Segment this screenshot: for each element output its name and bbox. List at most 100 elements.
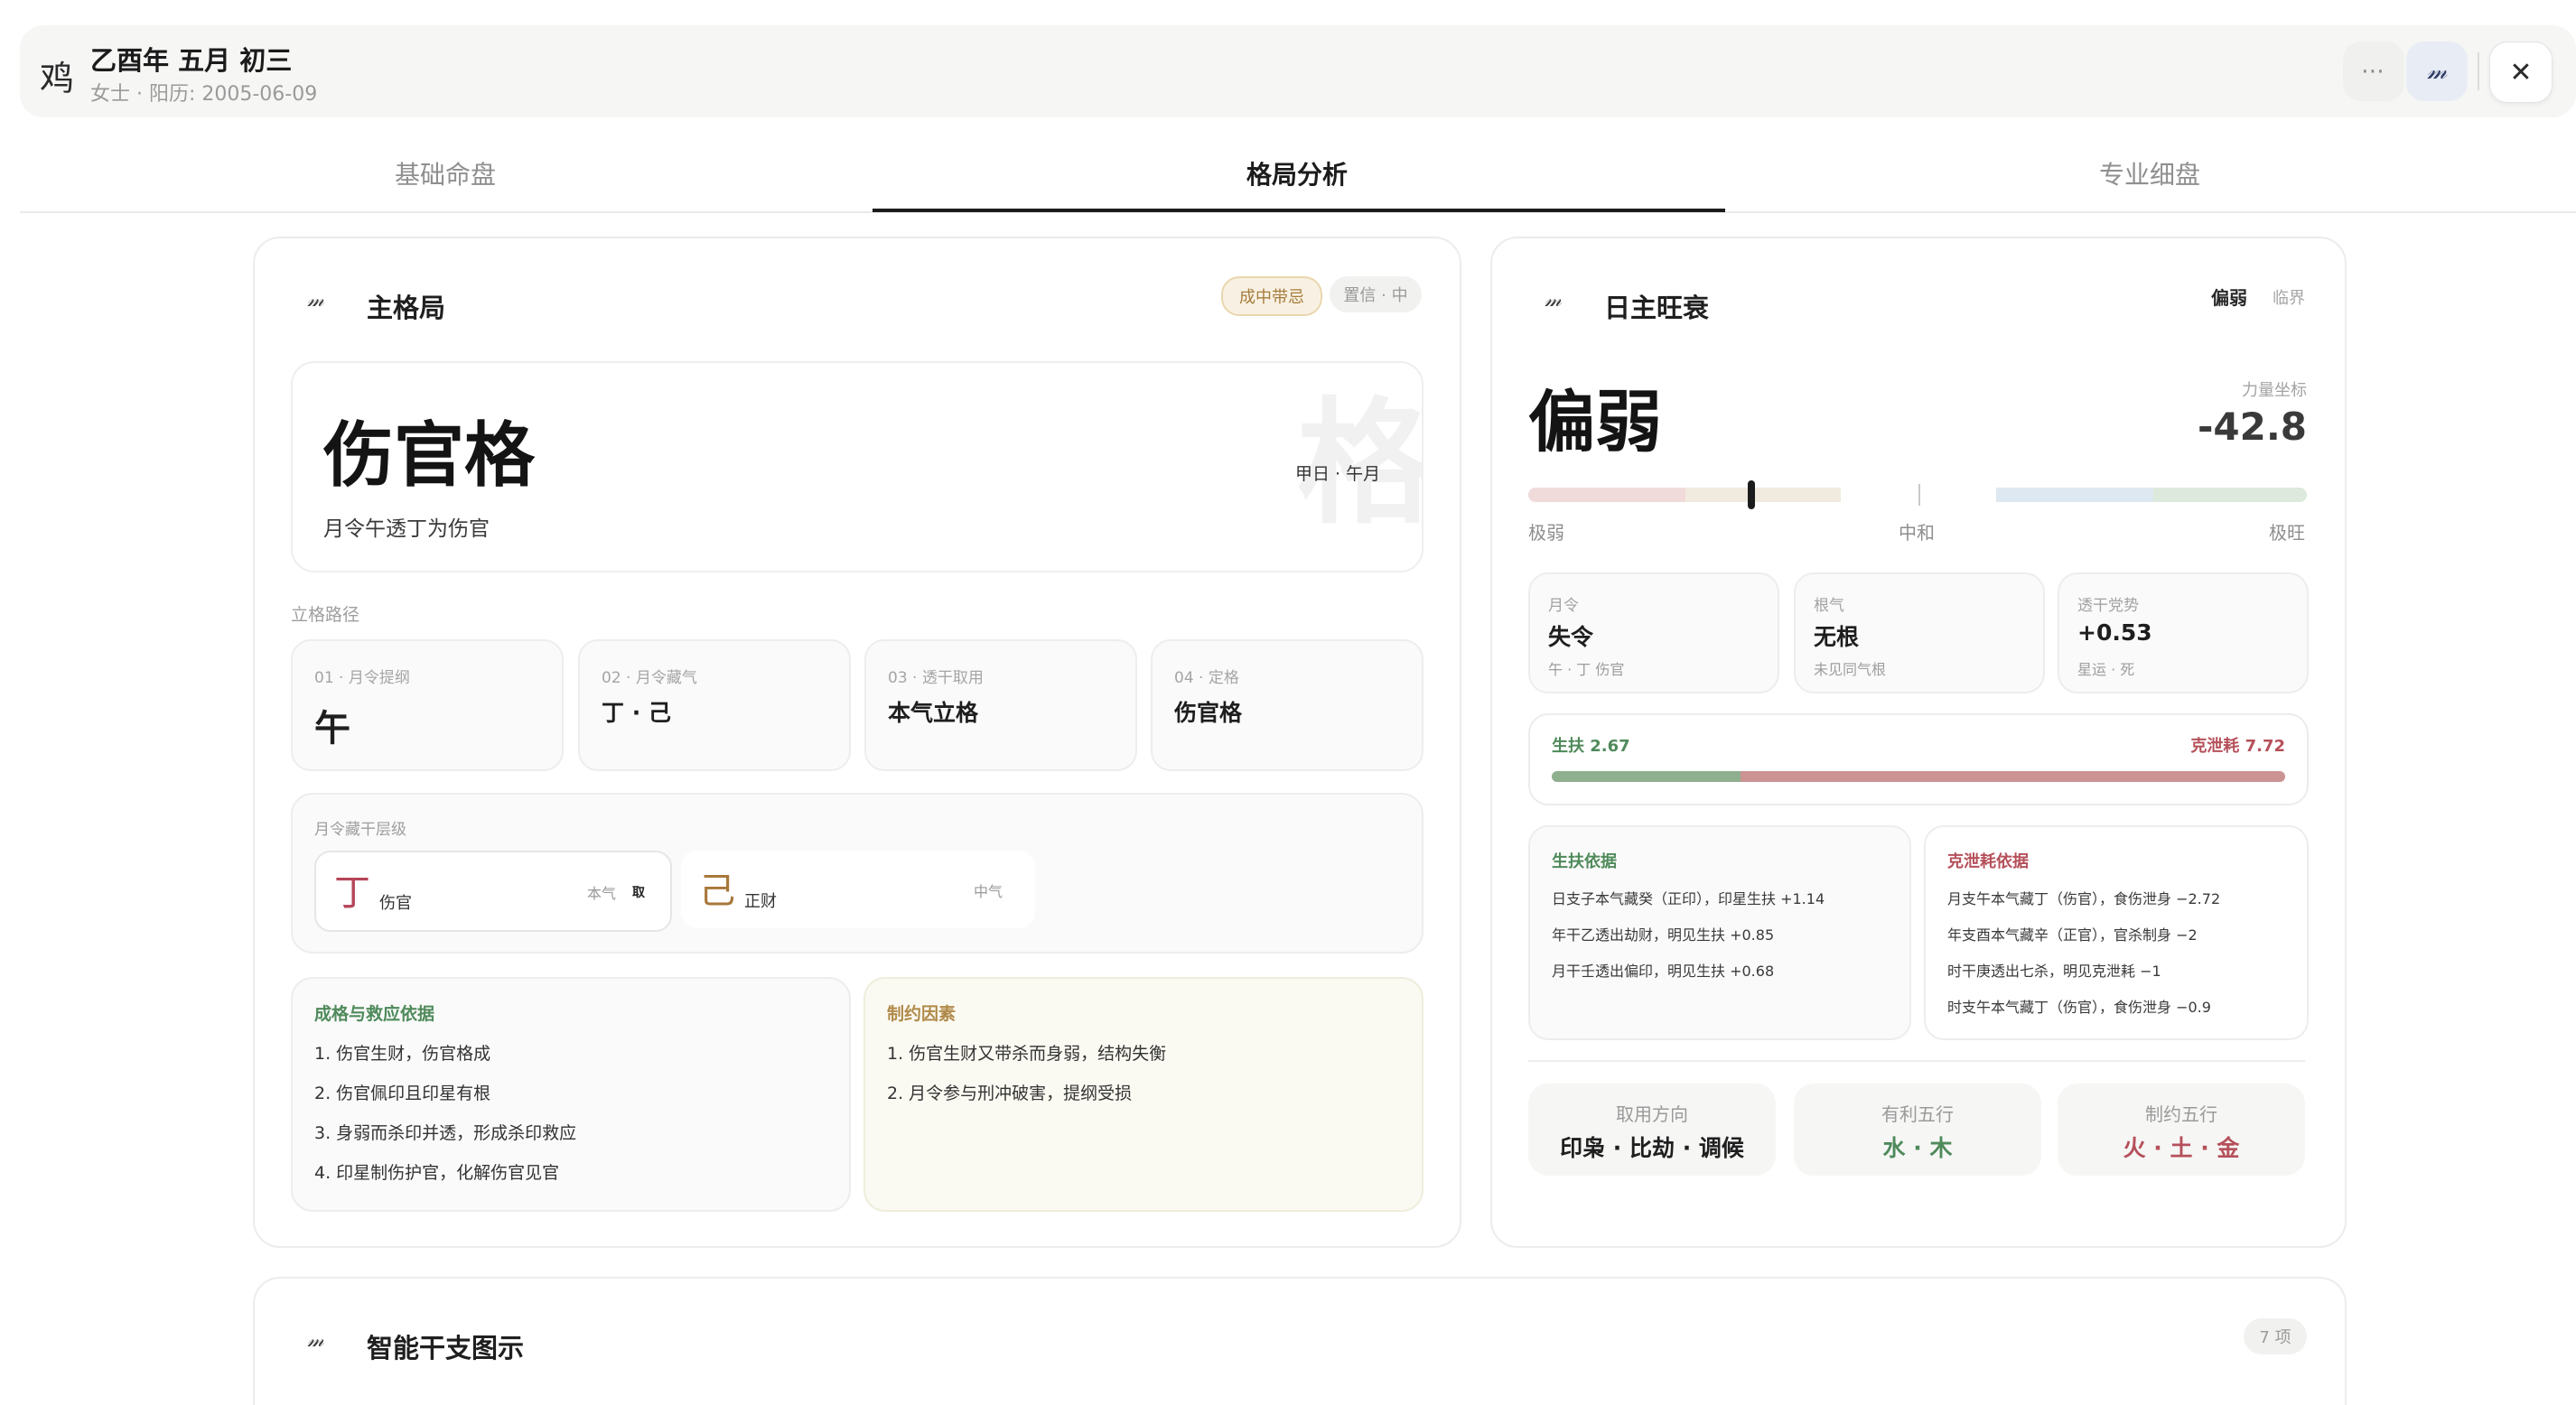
strength-scale xyxy=(1528,480,2307,509)
zodiac-icon: 鸡 xyxy=(40,59,75,98)
step-value: 伤官格 xyxy=(1174,700,1243,726)
status-badge: 成中带忌 xyxy=(1221,276,1322,316)
scale-right-label: 极旺 xyxy=(2269,522,2305,544)
drain-evidence-item: 时干庚透出七杀，明见克泄耗 −1 xyxy=(1947,963,2161,980)
strength-tag-secondary: 临界 xyxy=(2273,289,2305,308)
support-label: 生扶 2.67 xyxy=(1552,737,1630,756)
drain-label: 克泄耗 7.72 xyxy=(2190,737,2285,756)
step-value: 丁 · 己 xyxy=(602,700,671,726)
meta-value: 失令 xyxy=(1548,624,1594,650)
coord-value: -42.8 xyxy=(2197,405,2307,449)
app-logo-button[interactable]: 𝓂 xyxy=(2406,42,2468,101)
meta-value: +0.53 xyxy=(2077,619,2152,646)
tab-pattern-analysis[interactable]: 格局分析 xyxy=(1246,155,1348,191)
stem-glyph: 丁 xyxy=(334,872,370,914)
scale-left-label: 极弱 xyxy=(1528,522,1564,544)
meta-label: 根气 xyxy=(1814,597,1844,615)
step-value: 本气立格 xyxy=(888,700,979,726)
direction-value: 水 · 木 xyxy=(1882,1135,1953,1161)
strength-tag-primary: 偏弱 xyxy=(2211,287,2247,309)
step-label: 03 · 透干取用 xyxy=(888,669,984,687)
path-label: 立格路径 xyxy=(291,605,360,625)
basis-item: 4. 印星制伤护官，化解伤官见官 xyxy=(314,1163,560,1183)
path-step-3: 03 · 透干取用 本气立格 xyxy=(864,639,1137,771)
meta-sub: 未见同气根 xyxy=(1814,661,1887,678)
stem-glyph: 己 xyxy=(699,870,735,912)
step-label: 04 · 定格 xyxy=(1174,669,1239,687)
path-step-4: 04 · 定格 伤官格 xyxy=(1151,639,1423,771)
balance-panel: 生扶 2.67 克泄耗 7.72 xyxy=(1528,713,2309,805)
logo-icon: 𝓂 xyxy=(2426,57,2448,85)
direction-favorable: 有利五行 水 · 木 xyxy=(1794,1084,2041,1176)
basis-item: 2. 伤官佩印且印星有根 xyxy=(314,1084,491,1103)
pattern-side-note: 甲日 · 午月 xyxy=(1295,464,1381,484)
pattern-description: 月令午透丁为伤官 xyxy=(323,517,490,541)
drain-evidence-item: 年支酉本气藏辛（正官），官杀制身 −2 xyxy=(1947,926,2198,944)
scale-center-label: 中和 xyxy=(1899,522,1935,544)
scale-segment-cool xyxy=(1996,488,2153,502)
step-label: 02 · 月令藏气 xyxy=(602,669,697,687)
restraint-item: 1. 伤官生财又带杀而身弱，结构失衡 xyxy=(887,1044,1167,1064)
support-evidence-item: 月干壬透出偏印，明见生扶 +0.68 xyxy=(1552,963,1775,980)
step-value: 午 xyxy=(314,708,350,749)
drain-evidence-panel: 克泄耗依据 月支午本气藏丁（伤官），食伤泄身 −2.72 年支酉本气藏辛（正官）… xyxy=(1924,825,2309,1040)
meta-label: 月令 xyxy=(1548,597,1579,615)
more-options-button[interactable]: ⋯ xyxy=(2343,42,2404,101)
pattern-hero-card: 格 伤官格 甲日 · 午月 月令午透丁为伤官 xyxy=(291,361,1423,572)
hidden-stem-item[interactable]: 己 正财 中气 xyxy=(681,851,1035,928)
coord-label: 力量坐标 xyxy=(2242,381,2307,400)
support-fill xyxy=(1552,771,1741,782)
drain-fill xyxy=(1741,771,2285,782)
scale-segment-mid xyxy=(1685,488,1841,502)
restraint-title: 制约因素 xyxy=(887,1004,957,1024)
basis-title: 成格与救应依据 xyxy=(314,1004,435,1024)
more-icon: ⋯ xyxy=(2361,58,2386,85)
tab-pro-detail[interactable]: 专业细盘 xyxy=(2099,155,2200,191)
tab-basic-chart[interactable]: 基础命盘 xyxy=(395,155,496,191)
card-logo-icon: 𝓂 xyxy=(307,289,324,312)
strength-title: 日主旺衰 xyxy=(1604,293,1710,323)
confidence-badge: 置信 · 中 xyxy=(1330,276,1422,312)
meta-month-order: 月令 失令 午 · 丁 伤官 xyxy=(1528,572,1779,693)
drain-evidence-item: 时支午本气藏丁（伤官），食伤泄身 −0.9 xyxy=(1947,999,2211,1016)
active-tab-indicator xyxy=(873,209,1725,212)
card-logo-icon: 𝓂 xyxy=(1545,289,1562,312)
main-pattern-title: 主格局 xyxy=(367,293,446,323)
restraint-panel: 制约因素 1. 伤官生财又带杀而身弱，结构失衡 2. 月令参与刑冲破害，提纲受损 xyxy=(863,977,1423,1212)
hidden-stem-item[interactable]: 丁 伤官 本气 取 xyxy=(314,851,672,932)
meta-label: 透干党势 xyxy=(2077,597,2139,615)
restraint-item: 2. 月令参与刑冲破害，提纲受损 xyxy=(887,1084,1133,1103)
support-evidence-panel: 生扶依据 日支子本气藏癸（正印），印星生扶 +1.14 年干乙透出劫财，明见生扶… xyxy=(1528,825,1911,1040)
direction-restrain: 制约五行 火 · 土 · 金 xyxy=(2058,1084,2305,1176)
close-button[interactable]: ✕ xyxy=(2489,42,2553,103)
direction-label: 制约五行 xyxy=(2145,1103,2217,1125)
meta-sub: 午 · 丁 伤官 xyxy=(1548,661,1625,678)
direction-value: 印枭 · 比劫 · 调候 xyxy=(1560,1135,1744,1161)
balance-bar xyxy=(1552,771,2285,782)
pattern-watermark: 格 xyxy=(1297,384,1423,543)
stem-god: 正财 xyxy=(744,892,777,911)
scale-segment-weak xyxy=(1528,488,1685,502)
header-divider xyxy=(2478,52,2479,90)
hidden-stems-panel: 月令藏干层级 丁 伤官 本气 取 己 正财 中气 xyxy=(291,793,1423,954)
step-label: 01 · 月令提纲 xyxy=(314,669,410,687)
meta-stem-party: 透干党势 +0.53 星运 · 死 xyxy=(2058,572,2309,693)
stem-level: 中气 xyxy=(974,883,1003,900)
stem-god: 伤官 xyxy=(379,894,412,913)
support-evidence-item: 年干乙透出劫财，明见生扶 +0.85 xyxy=(1552,926,1775,944)
app-header xyxy=(20,25,2576,117)
stem-tag: 取 xyxy=(632,886,645,900)
support-evidence-title: 生扶依据 xyxy=(1552,852,1617,871)
direction-usage: 取用方向 印枭 · 比劫 · 调候 xyxy=(1528,1084,1776,1176)
item-count-badge: 7 项 xyxy=(2244,1318,2307,1354)
scale-marker xyxy=(1747,480,1755,509)
basis-item: 1. 伤官生财，伤官格成 xyxy=(314,1044,491,1064)
scale-center-tick xyxy=(1918,484,1920,506)
card-logo-icon: 𝓂 xyxy=(307,1329,324,1352)
direction-label: 有利五行 xyxy=(1881,1103,1954,1125)
strength-verdict: 偏弱 xyxy=(1528,384,1662,461)
page-title: 乙酉年 五月 初三 xyxy=(90,45,293,76)
meta-value: 无根 xyxy=(1814,624,1860,650)
diagram-card xyxy=(253,1277,2347,1405)
drain-evidence-item: 月支午本气藏丁（伤官），食伤泄身 −2.72 xyxy=(1947,890,2221,907)
